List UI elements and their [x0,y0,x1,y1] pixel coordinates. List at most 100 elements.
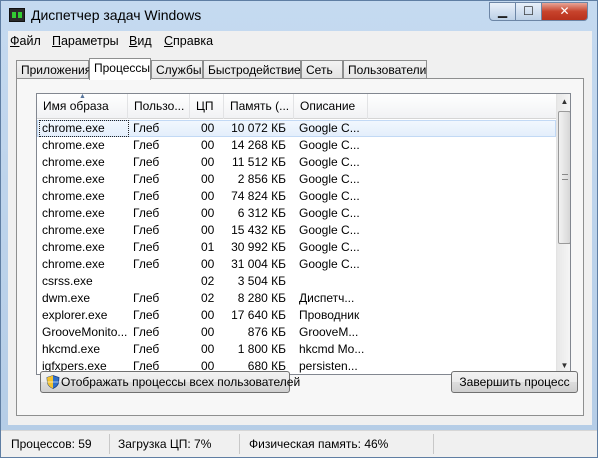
process-cpu-cell: 00 [201,206,215,220]
tab-services[interactable]: Службы [151,60,203,79]
process-user-cell: Глеб [133,206,160,220]
tab-performance[interactable]: Быстродействие [203,60,301,79]
title-bar[interactable]: Диспетчер задач Windows ▁ ☐ ✕ [1,1,597,31]
process-user-cell: Глеб [133,257,160,271]
process-cpu-cell: 00 [201,189,215,203]
process-description-cell: Google C... [299,172,360,186]
process-cpu-cell: 00 [201,223,215,237]
table-row[interactable]: chrome.exe Глеб 00 2 856 КБ Google C... [37,171,556,188]
menu-file[interactable]: Файл [10,34,41,48]
process-memory-cell: 14 268 КБ [231,138,286,152]
thumb-grip-icon [562,174,568,180]
show-all-processes-label: Отображать процессы всех пользователей [61,375,301,389]
process-name-cell: chrome.exe [42,240,105,254]
process-user-cell: Глеб [133,325,160,339]
column-image-name[interactable]: ▲ Имя образа [37,94,128,119]
process-description-cell: Google C... [299,240,360,254]
column-header: ▲ Имя образа Пользо... ЦП Память (... Оп… [37,94,556,119]
close-button[interactable]: ✕ [541,2,588,21]
process-memory-cell: 8 280 КБ [237,291,286,305]
tab-applications[interactable]: Приложения [16,60,91,79]
process-description-cell: persisten... [299,359,358,373]
minimize-button[interactable]: ▁ [489,2,516,21]
task-manager-icon [9,8,25,22]
process-name-cell: dwm.exe [42,291,91,305]
table-row[interactable]: chrome.exe Глеб 00 74 824 КБ Google C... [37,188,556,205]
process-memory-cell: 3 504 КБ [237,274,286,288]
column-user[interactable]: Пользо... [128,94,190,119]
menu-options[interactable]: Параметры [52,34,119,48]
process-description-cell: Google C... [299,206,360,220]
process-rows: chrome.exe Глеб 00 10 072 КБ Google C... chro… [37,120,556,374]
table-row[interactable]: chrome.exe Глеб 00 11 512 КБ Google C... [37,154,556,171]
process-description-cell: Google C... [299,138,360,152]
column-image-name-label: Имя образа [43,99,109,113]
process-user-cell: Глеб [133,189,160,203]
process-description-cell: Google C... [299,121,360,135]
column-memory[interactable]: Память (... [224,94,294,119]
process-description-cell: Google C... [299,257,360,271]
process-user-cell: Глеб [133,308,160,322]
uac-shield-icon [46,375,60,389]
scroll-up-icon[interactable]: ▲ [557,94,570,110]
process-cpu-cell: 00 [201,121,215,135]
process-description-cell: GrooveM... [299,325,359,339]
vertical-scrollbar[interactable]: ▲ ▼ [556,94,570,374]
process-user-cell: Глеб [133,121,160,135]
table-row[interactable]: csrss.exe 02 3 504 КБ [37,273,556,290]
status-cpu-usage: Загрузка ЦП: 7% [118,437,212,451]
process-user-cell: Глеб [133,155,160,169]
process-cpu-cell: 02 [201,291,215,305]
process-name-cell: chrome.exe [42,189,105,203]
process-cpu-cell: 00 [201,308,215,322]
table-row[interactable]: chrome.exe Глеб 00 31 004 КБ Google C... [37,256,556,273]
process-description-cell: Google C... [299,155,360,169]
table-row[interactable]: chrome.exe Глеб 00 14 268 КБ Google C... [37,137,556,154]
process-user-cell [133,273,188,290]
table-row[interactable]: chrome.exe Глеб 00 10 072 КБ Google C... [37,120,556,137]
table-row[interactable]: GrooveMonito... Глеб 00 876 КБ GrooveM... [37,324,556,341]
process-user-cell: Глеб [133,172,160,186]
table-row[interactable]: explorer.exe Глеб 00 17 640 КБ Проводник [37,307,556,324]
process-name-cell: explorer.exe [42,308,108,322]
column-cpu[interactable]: ЦП [190,94,224,119]
status-process-count: Процессов: 59 [11,437,92,451]
process-memory-cell: 74 824 КБ [231,189,286,203]
process-cpu-cell: 02 [201,274,215,288]
column-description[interactable]: Описание [294,94,368,119]
process-cpu-cell: 00 [201,172,215,186]
table-row[interactable]: chrome.exe Глеб 00 15 432 КБ Google C... [37,222,556,239]
tab-network[interactable]: Сеть [301,60,343,79]
process-memory-cell: 876 КБ [247,325,286,339]
task-manager-window: Диспетчер задач Windows ▁ ☐ ✕ Файл Парам… [0,0,598,458]
tab-processes[interactable]: Процессы [89,58,151,80]
process-name-cell: csrss.exe [42,274,93,288]
table-row[interactable]: chrome.exe Глеб 00 6 312 КБ Google C... [37,205,556,222]
process-cpu-cell: 01 [201,240,215,254]
process-memory-cell: 30 992 КБ [231,240,286,254]
process-list[interactable]: ▲ Имя образа Пользо... ЦП Память (... Оп… [36,93,571,375]
menu-help[interactable]: Справка [164,34,213,48]
menu-view[interactable]: Вид [129,34,152,48]
process-cpu-cell: 00 [201,325,215,339]
tab-users[interactable]: Пользователи [343,60,427,79]
panel-background: ▲ Имя образа Пользо... ЦП Память (... Оп… [17,79,583,415]
process-cpu-cell: 00 [201,138,215,152]
status-divider [239,434,240,454]
end-process-button[interactable]: Завершить процесс [451,371,578,393]
maximize-button[interactable]: ☐ [515,2,542,21]
process-memory-cell: 10 072 КБ [231,121,286,135]
table-row[interactable]: dwm.exe Глеб 02 8 280 КБ Диспетч... [37,290,556,307]
process-memory-cell: 11 512 КБ [231,155,286,169]
process-user-cell: Глеб [133,342,160,356]
process-cpu-cell: 00 [201,257,215,271]
process-memory-cell: 17 640 КБ [231,308,286,322]
process-name-cell: hkcmd.exe [42,342,101,356]
table-row[interactable]: chrome.exe Глеб 01 30 992 КБ Google C... [37,239,556,256]
scrollbar-thumb[interactable] [558,111,570,244]
sort-ascending-icon: ▲ [79,94,86,100]
process-memory-cell: 2 856 КБ [237,172,286,186]
table-row[interactable]: hkcmd.exe Глеб 00 1 800 КБ hkcmd Mo... [37,341,556,358]
show-all-processes-button[interactable]: Отображать процессы всех пользователей [40,371,300,393]
window-title: Диспетчер задач Windows [31,7,202,23]
